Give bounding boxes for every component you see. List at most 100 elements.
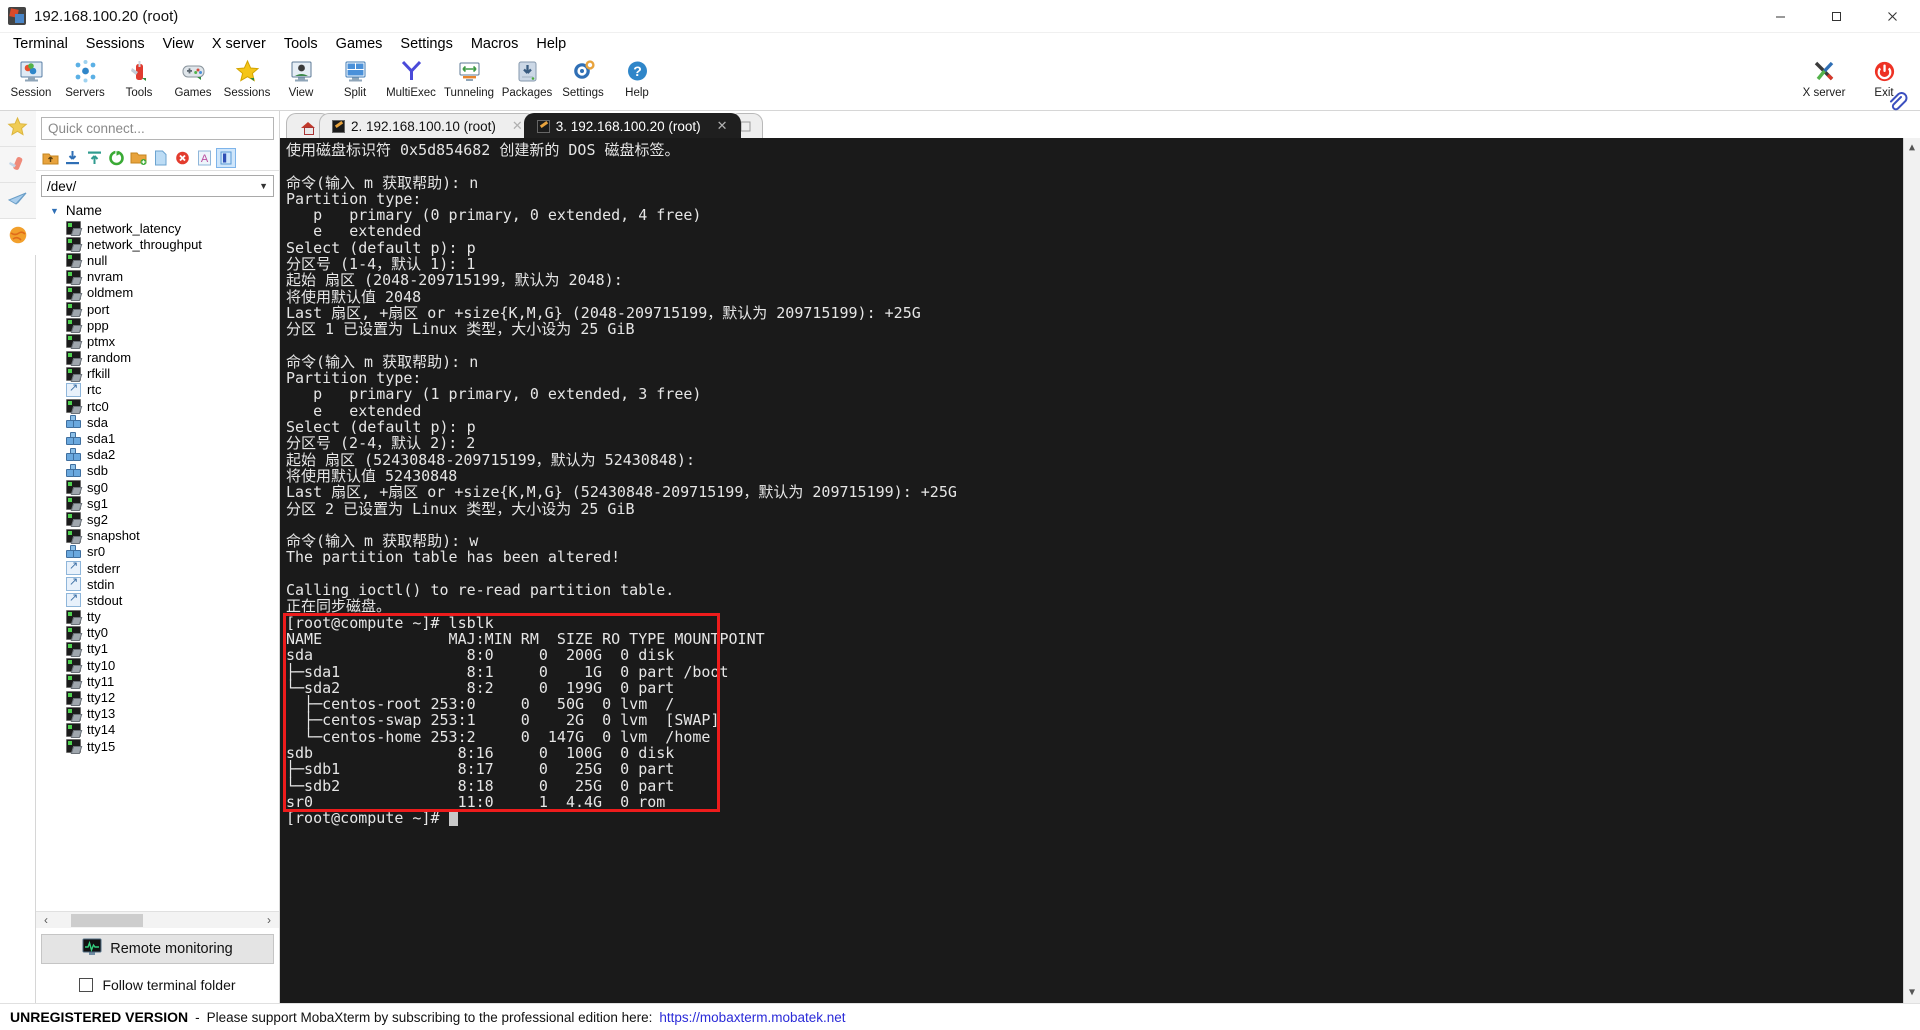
remote-monitoring-button[interactable]: Remote monitoring — [41, 934, 274, 964]
toolbar-view-button[interactable]: View — [274, 55, 328, 99]
toolbar-packages-label: Packages — [501, 87, 553, 99]
file-tree-item[interactable]: tty14 — [42, 722, 279, 738]
file-tree-item[interactable]: sg0 — [42, 479, 279, 495]
toolbar-settings-button[interactable]: Settings — [556, 55, 610, 99]
mobatek-link[interactable]: https://mobaxterm.mobatek.net — [659, 1010, 845, 1025]
toolbar-sessions-button[interactable]: Sessions — [220, 55, 274, 99]
hscroll-track[interactable] — [53, 913, 262, 927]
file-tree-item[interactable]: null — [42, 252, 279, 268]
file-tree-item[interactable]: rfkill — [42, 366, 279, 382]
menu-terminal[interactable]: Terminal — [4, 34, 77, 54]
close-button[interactable] — [1864, 0, 1920, 33]
follow-terminal-folder-checkbox[interactable] — [79, 978, 94, 992]
file-tree-item[interactable]: port — [42, 301, 279, 317]
scroll-right-icon[interactable]: › — [262, 913, 276, 927]
scroll-down-icon[interactable]: ▼ — [1909, 983, 1915, 1003]
toolbar-x-server-button[interactable]: X server — [1794, 55, 1854, 99]
file-tree-item[interactable]: tty13 — [42, 706, 279, 722]
file-tree-item[interactable]: oldmem — [42, 285, 279, 301]
menu-settings[interactable]: Settings — [391, 34, 461, 54]
rail-tools-button[interactable] — [0, 147, 36, 183]
up-folder-icon[interactable] — [40, 148, 60, 168]
scroll-up-icon[interactable]: ▲ — [1909, 138, 1915, 158]
file-tree-item[interactable]: stdout — [42, 591, 279, 608]
file-tree-item[interactable]: tty11 — [42, 673, 279, 689]
rail-globe-button[interactable] — [0, 219, 36, 255]
tunneling-icon — [457, 58, 482, 85]
scroll-left-icon[interactable]: ‹ — [39, 913, 53, 927]
tab-session-3[interactable]: 3. 192.168.100.20 (root) ✕ — [523, 113, 741, 138]
attach-paperclip-icon[interactable] — [1886, 92, 1908, 114]
toolbar-session-button[interactable]: Session — [4, 55, 58, 99]
tree-column-name-label: Name — [65, 203, 102, 218]
quick-connect-input[interactable]: Quick connect... — [41, 117, 274, 140]
path-input[interactable]: /dev/ ▼ — [41, 175, 274, 197]
toolbar-multiexec-button[interactable]: MultiExec — [382, 55, 440, 99]
toolbar-tunneling-button[interactable]: Tunneling — [440, 55, 498, 99]
rail-favorites-button[interactable] — [0, 111, 36, 147]
terminal-vertical-scrollbar[interactable]: ▲ ▼ — [1903, 138, 1920, 1003]
menu-x-server[interactable]: X server — [203, 34, 275, 54]
new-file-icon[interactable] — [150, 148, 170, 168]
menu-tools[interactable]: Tools — [275, 34, 327, 54]
file-tree-item[interactable]: sda1 — [42, 430, 279, 446]
file-tree-item[interactable]: sg2 — [42, 511, 279, 527]
refresh-icon[interactable] — [106, 148, 126, 168]
tree-column-header[interactable]: ▼ Name — [36, 201, 279, 220]
file-tree-item[interactable]: snapshot — [42, 528, 279, 544]
tab-close-icon[interactable]: ✕ — [717, 118, 728, 134]
menu-games[interactable]: Games — [327, 34, 392, 54]
hscroll-thumb[interactable] — [71, 913, 143, 927]
toolbar-help-button[interactable]: ? Help — [610, 55, 664, 99]
file-tree-item[interactable]: sda — [42, 414, 279, 430]
file-tree-item[interactable]: ppp — [42, 317, 279, 333]
file-tree-item[interactable]: sg1 — [42, 495, 279, 511]
file-tree-horizontal-scrollbar[interactable]: ‹ › — [36, 911, 279, 928]
mobaxterm-icon — [8, 7, 26, 25]
chevron-down-icon[interactable]: ▼ — [259, 181, 268, 191]
file-tree-item[interactable]: tty10 — [42, 657, 279, 673]
file-tree-item[interactable]: rtc — [42, 381, 279, 398]
menu-view[interactable]: View — [154, 34, 203, 54]
download-icon[interactable] — [62, 148, 82, 168]
file-tree-item[interactable]: tty — [42, 609, 279, 625]
file-tree-item[interactable]: tty15 — [42, 738, 279, 754]
file-tree-item[interactable]: stdin — [42, 575, 279, 592]
new-folder-icon[interactable] — [128, 148, 148, 168]
minimize-button[interactable] — [1752, 0, 1808, 33]
file-tree-item[interactable]: sda2 — [42, 447, 279, 463]
rail-send-button[interactable] — [0, 183, 36, 219]
file-tree[interactable]: network_latency network_throughput null nvr… — [36, 220, 279, 911]
menu-macros[interactable]: Macros — [462, 34, 528, 54]
toolbar-packages-button[interactable]: Packages — [498, 55, 556, 99]
follow-terminal-folder-row[interactable]: Follow terminal folder — [36, 964, 279, 1003]
toolbar-tools-button[interactable]: Tools — [112, 55, 166, 99]
file-tree-item[interactable]: ptmx — [42, 333, 279, 349]
file-tree-item[interactable]: tty1 — [42, 641, 279, 657]
file-tree-item[interactable]: stderr — [42, 559, 279, 576]
file-tree-item[interactable]: sdb — [42, 463, 279, 479]
file-tree-item[interactable]: tty12 — [42, 689, 279, 705]
maximize-button[interactable] — [1808, 0, 1864, 33]
menu-sessions[interactable]: Sessions — [77, 34, 154, 54]
terminal-output[interactable]: 使用磁盘标识符 0x5d854682 创建新的 DOS 磁盘标签。 命令(输入 … — [280, 138, 1920, 1003]
file-tree-item[interactable]: sr0 — [42, 544, 279, 560]
upload-icon[interactable] — [84, 148, 104, 168]
file-tree-item[interactable]: tty0 — [42, 625, 279, 641]
toolbar-servers-button[interactable]: Servers — [58, 55, 112, 99]
final-prompt-text: [root@compute ~]# — [286, 809, 449, 828]
file-tree-item[interactable]: network_latency — [42, 220, 279, 236]
view-mode-icon[interactable] — [216, 147, 236, 168]
disk-icon-top — [70, 431, 76, 438]
text-mode-icon[interactable]: A — [194, 148, 214, 168]
menu-help[interactable]: Help — [527, 34, 575, 54]
delete-icon[interactable] — [172, 148, 192, 168]
tab-session-2[interactable]: 2. 192.168.100.10 (root) ✕ — [319, 113, 536, 138]
file-tree-item[interactable]: nvram — [42, 269, 279, 285]
toolbar-games-button[interactable]: Games — [166, 55, 220, 99]
file-tree-item[interactable]: network_throughput — [42, 236, 279, 252]
tab-close-icon[interactable]: ✕ — [512, 118, 523, 134]
file-tree-item[interactable]: random — [42, 350, 279, 366]
toolbar-split-button[interactable]: Split — [328, 55, 382, 99]
file-tree-item[interactable]: rtc0 — [42, 398, 279, 414]
